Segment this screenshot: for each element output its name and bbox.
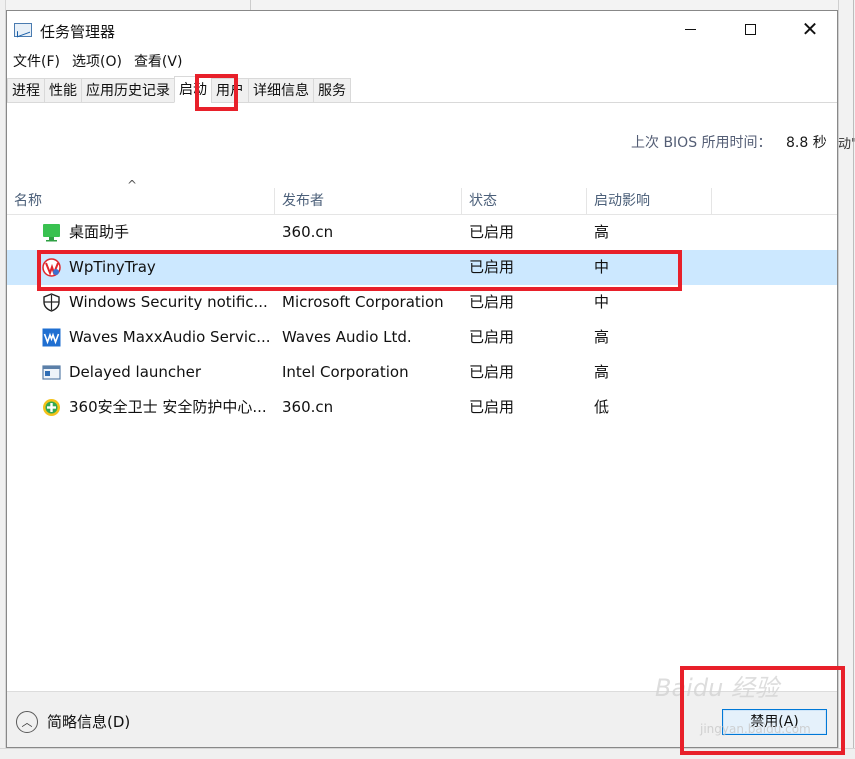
bios-time-label: 上次 BIOS 所用时间：	[631, 135, 772, 151]
menu-view[interactable]: 查看(V)	[128, 51, 189, 73]
row-publisher	[282, 250, 462, 285]
waves-audio-icon	[42, 328, 61, 347]
table-row[interactable]: 桌面助手 360.cn 已启用 高	[7, 215, 837, 250]
row-name: Waves MaxxAudio Servic...	[69, 328, 269, 346]
watermark-url: jingyan.baidu.com	[700, 722, 811, 736]
row-status: 已启用	[469, 398, 515, 416]
row-status: 已启用	[469, 293, 515, 311]
row-impact: 中	[594, 258, 610, 276]
column-header-publisher[interactable]: 发布者	[275, 188, 461, 214]
background-window-top	[0, 0, 855, 10]
app-window-icon	[42, 365, 61, 380]
close-button[interactable]: ✕	[780, 11, 840, 47]
row-publisher: 360.cn	[282, 398, 334, 416]
title-bar[interactable]: 任务管理器 ✕	[7, 11, 837, 47]
row-publisher: Microsoft Corporation	[282, 293, 444, 311]
green-monitor-icon	[43, 224, 60, 242]
maximize-icon	[744, 23, 756, 35]
table-row[interactable]: Delayed launcher Intel Corporation 已启用 高	[7, 355, 837, 390]
background-window-bottom	[0, 748, 855, 759]
background-divider	[250, 0, 251, 10]
minimize-icon	[684, 28, 696, 30]
row-publisher: Waves Audio Ltd.	[282, 328, 412, 346]
wps-tray-icon	[42, 258, 61, 277]
column-header-status[interactable]: 状态	[462, 188, 586, 214]
table-header: 名称 发布者 状态 启动影响	[7, 188, 837, 215]
360-guard-icon	[43, 399, 60, 416]
tab-app-history[interactable]: 应用历史记录	[81, 78, 175, 103]
background-window-text: 动"台	[838, 137, 855, 152]
table-row-selected[interactable]: WpTinyTray 已启用 中	[7, 250, 837, 285]
tab-users[interactable]: 用户	[211, 78, 249, 103]
row-name: Delayed launcher	[69, 363, 202, 381]
row-impact: 高	[594, 223, 610, 241]
menu-bar: 文件(F) 选项(O) 查看(V)	[7, 51, 188, 73]
tab-startup[interactable]: 启动	[174, 76, 212, 103]
row-name: 360安全卫士 安全防护中心...	[69, 398, 267, 416]
row-status: 已启用	[469, 223, 515, 241]
column-divider[interactable]	[711, 188, 712, 215]
close-icon: ✕	[801, 17, 819, 41]
window-title: 任务管理器	[40, 23, 116, 41]
task-manager-icon	[14, 23, 32, 37]
tab-processes[interactable]: 进程	[7, 78, 45, 103]
task-manager-window: 任务管理器 ✕ 文件(F) 选项(O) 查看(V) 进程 性能 应用历史记录 启…	[6, 10, 838, 748]
tab-services[interactable]: 服务	[313, 78, 351, 103]
menu-options[interactable]: 选项(O)	[66, 51, 128, 73]
baidu-watermark: Baidu 经验	[655, 674, 779, 702]
tab-performance[interactable]: 性能	[44, 78, 82, 103]
chevron-up-icon[interactable]: ︿	[16, 711, 38, 733]
table-row[interactable]: Waves MaxxAudio Servic... Waves Audio Lt…	[7, 320, 837, 355]
tab-details[interactable]: 详细信息	[248, 78, 314, 103]
row-name: WpTinyTray	[69, 258, 156, 276]
tab-strip: 进程 性能 应用历史记录 启动 用户 详细信息 服务	[7, 76, 351, 103]
row-status: 已启用	[469, 363, 515, 381]
table-row[interactable]: 360安全卫士 安全防护中心... 360.cn 已启用 低	[7, 390, 837, 425]
row-impact: 高	[594, 363, 610, 381]
column-header-name[interactable]: 名称	[7, 188, 274, 214]
menu-file[interactable]: 文件(F)	[7, 51, 66, 73]
row-status: 已启用	[469, 328, 515, 346]
row-impact: 低	[594, 398, 610, 416]
row-name: 桌面助手	[69, 223, 130, 241]
row-publisher: 360.cn	[282, 223, 334, 241]
table-row[interactable]: Windows Security notific... Microsoft Co…	[7, 285, 837, 320]
maximize-button[interactable]	[720, 11, 780, 47]
column-header-impact[interactable]: 启动影响	[587, 188, 711, 214]
row-status: 已启用	[469, 258, 515, 276]
background-divider	[853, 0, 854, 759]
row-impact: 中	[594, 293, 610, 311]
minimize-button[interactable]	[660, 11, 720, 47]
row-impact: 高	[594, 328, 610, 346]
bios-time-value: 8.8 秒	[786, 135, 827, 151]
row-name: Windows Security notific...	[69, 293, 268, 311]
shield-icon	[43, 293, 60, 312]
row-publisher: Intel Corporation	[282, 363, 409, 381]
fewer-details-link[interactable]: 简略信息(D)	[47, 711, 130, 732]
